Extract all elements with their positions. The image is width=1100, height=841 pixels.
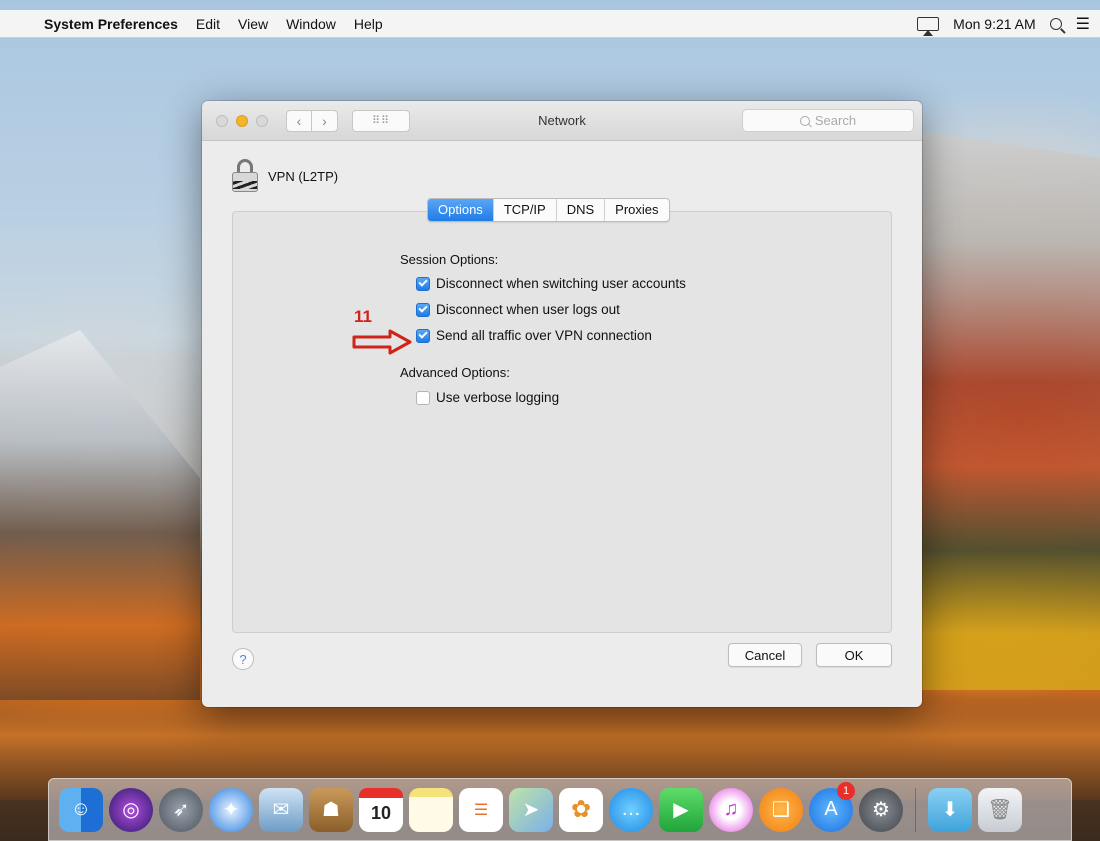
zoom-button[interactable] xyxy=(256,114,268,127)
cancel-button[interactable]: Cancel xyxy=(728,643,802,667)
facetime-icon[interactable]: ▶ xyxy=(659,787,703,832)
back-forward-buttons: ‹ › xyxy=(286,109,338,132)
tab-proxies[interactable]: Proxies xyxy=(604,199,668,221)
checkbox-disconnect-switching[interactable] xyxy=(416,276,430,291)
checkbox-label: Send all traffic over VPN connection xyxy=(436,328,652,343)
checkbox-row-send-all-traffic[interactable]: Send all traffic over VPN connection xyxy=(416,328,652,343)
siri-icon[interactable]: ◎ xyxy=(109,787,153,832)
checkbox-row-verbose-logging[interactable]: Use verbose logging xyxy=(416,390,559,405)
menu-bar: System Preferences Edit View Window Help… xyxy=(0,10,1100,38)
vpn-service-title: VPN (L2TP) xyxy=(268,168,339,184)
search-icon xyxy=(799,115,810,126)
search-placeholder: Search xyxy=(814,113,857,128)
options-panel xyxy=(232,211,892,633)
checkbox-verbose-logging[interactable] xyxy=(416,390,430,405)
help-button[interactable]: ? xyxy=(232,648,254,670)
maps-icon[interactable]: ➤ xyxy=(509,787,553,832)
checkbox-label: Disconnect when user logs out xyxy=(436,302,620,317)
tab-tcp-ip[interactable]: TCP/IP xyxy=(492,199,556,221)
traffic-lights xyxy=(216,114,268,127)
menu-app-name[interactable]: System Preferences xyxy=(40,16,187,32)
dock-separator xyxy=(915,787,916,832)
show-all-button[interactable]: ⠿⠿ xyxy=(352,109,410,132)
checkbox-disconnect-logout[interactable] xyxy=(416,302,430,317)
mail-icon[interactable]: ✉ xyxy=(259,787,303,832)
close-button[interactable] xyxy=(216,114,228,127)
airplay-display-icon[interactable] xyxy=(917,16,940,36)
tab-bar: Options TCP/IP DNS Proxies xyxy=(427,198,670,222)
search-field[interactable]: Search xyxy=(742,109,914,132)
step-number-annotation: 11 xyxy=(354,307,372,326)
minimize-button[interactable] xyxy=(236,114,248,127)
menu-help[interactable]: Help xyxy=(345,16,392,32)
network-window: ‹ › ⠿⠿ Network Search VPN (L2TP) Options… xyxy=(202,101,922,707)
forward-button[interactable]: › xyxy=(312,109,338,132)
app-store-badge: 1 xyxy=(837,781,855,800)
vpn-lock-icon xyxy=(232,159,258,193)
back-button[interactable]: ‹ xyxy=(286,109,312,132)
chevron-right-icon: › xyxy=(322,112,327,129)
checkbox-row-disconnect-switching[interactable]: Disconnect when switching user accounts xyxy=(416,276,686,291)
session-options-label: Session Options: xyxy=(400,252,499,267)
spotlight-search-icon[interactable] xyxy=(1049,17,1062,30)
downloads-folder-icon[interactable]: ⬇ xyxy=(928,787,972,832)
safari-icon[interactable]: ✦ xyxy=(209,787,253,832)
ibooks-icon[interactable]: ❑ xyxy=(759,787,803,832)
notification-center-icon[interactable]: ☰ xyxy=(1076,14,1090,34)
grid-icon: ⠿⠿ xyxy=(371,115,391,127)
finder-icon[interactable]: ☺ xyxy=(59,787,103,832)
menu-clock[interactable]: Mon 9:21 AM xyxy=(953,16,1036,32)
menu-window[interactable]: Window xyxy=(277,16,345,32)
launchpad-icon[interactable]: ➶ xyxy=(159,787,203,832)
messages-icon[interactable]: … xyxy=(609,787,653,832)
vpn-header: VPN (L2TP) xyxy=(232,159,338,193)
itunes-icon[interactable]: ♫ xyxy=(709,787,753,832)
system-preferences-icon[interactable]: ⚙ xyxy=(859,787,903,832)
trash-icon[interactable]: 🗑 xyxy=(978,787,1022,832)
menu-view[interactable]: View xyxy=(229,16,277,32)
tab-dns[interactable]: DNS xyxy=(555,199,604,221)
red-arrow-annotation-icon xyxy=(352,329,412,355)
advanced-options-label: Advanced Options: xyxy=(400,365,510,380)
reminders-icon[interactable]: ☰ xyxy=(459,787,503,832)
calendar-icon[interactable]: 10 xyxy=(359,787,403,832)
app-store-icon[interactable]: A 1 xyxy=(809,781,855,832)
checkbox-send-all-traffic[interactable] xyxy=(416,328,430,343)
checkbox-row-disconnect-logout[interactable]: Disconnect when user logs out xyxy=(416,302,620,317)
menu-edit[interactable]: Edit xyxy=(187,16,229,32)
window-titlebar: ‹ › ⠿⠿ Network Search xyxy=(202,101,922,141)
tab-options[interactable]: Options xyxy=(428,199,493,221)
calendar-day: 10 xyxy=(370,803,392,823)
checkbox-label: Use verbose logging xyxy=(436,390,560,405)
dock: ☺ ◎ ➶ ✦ ✉ ☗ 10 ☰ ➤ ✿ … ▶ ♫ ❑ A 1 ⚙ ⬇ 🗑 xyxy=(48,778,1072,841)
photos-icon[interactable]: ✿ xyxy=(559,787,603,832)
contacts-icon[interactable]: ☗ xyxy=(309,787,353,832)
checkbox-label: Disconnect when switching user accounts xyxy=(436,276,686,291)
ok-button[interactable]: OK xyxy=(816,643,892,667)
wallpaper-mountain-right xyxy=(910,130,1100,690)
notes-icon[interactable] xyxy=(409,787,453,832)
chevron-left-icon: ‹ xyxy=(296,112,302,129)
